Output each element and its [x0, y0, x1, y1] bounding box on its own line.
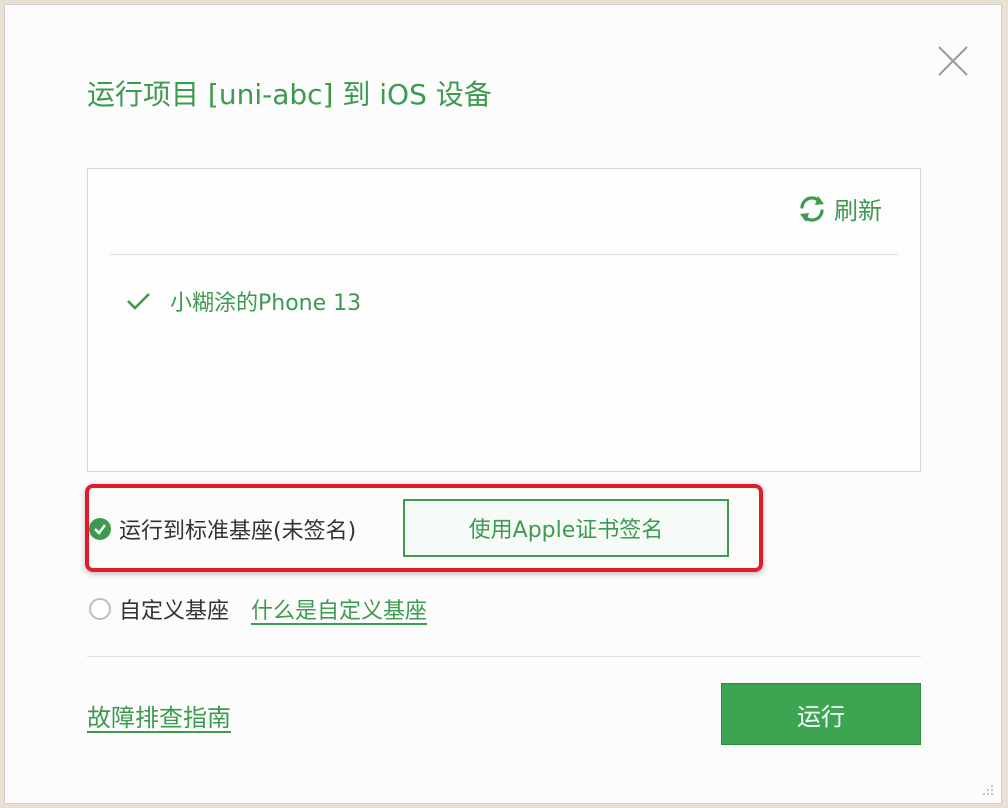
refresh-label: 刷新 — [834, 197, 882, 225]
checkmark-icon — [127, 293, 150, 310]
run-ios-dialog: 运行项目 [uni-abc] 到 iOS 设备 刷新 小糊涂的Phone 13 — [4, 4, 1002, 804]
troubleshoot-guide-link[interactable]: 故障排查指南 — [87, 698, 231, 733]
device-list-panel: 刷新 小糊涂的Phone 13 — [87, 168, 921, 472]
standard-base-option[interactable]: 运行到标准基座(未签名) — [89, 513, 356, 545]
apple-certificate-sign-button[interactable]: 使用Apple证书签名 — [403, 499, 729, 557]
panel-divider — [110, 254, 898, 255]
footer-divider — [87, 656, 921, 657]
custom-base-help-link[interactable]: 什么是自定义基座 — [251, 593, 427, 625]
dialog-title: 运行项目 [uni-abc] 到 iOS 设备 — [87, 78, 492, 111]
device-name: 小糊涂的Phone 13 — [170, 291, 362, 316]
check-circle-icon — [94, 524, 106, 535]
standard-base-radio[interactable] — [89, 518, 111, 540]
custom-base-label: 自定义基座 — [119, 599, 230, 624]
refresh-icon — [800, 195, 824, 222]
refresh-button[interactable]: 刷新 — [796, 191, 882, 226]
close-button[interactable] — [935, 43, 971, 79]
custom-base-option[interactable]: 自定义基座 什么是自定义基座 — [89, 593, 427, 625]
resize-grip-icon[interactable] — [981, 783, 995, 797]
close-icon — [938, 46, 968, 76]
standard-base-label: 运行到标准基座(未签名) — [119, 519, 357, 544]
device-list-item[interactable]: 小糊涂的Phone 13 — [124, 285, 361, 317]
custom-base-radio[interactable] — [89, 598, 111, 620]
run-button[interactable]: 运行 — [721, 683, 921, 745]
